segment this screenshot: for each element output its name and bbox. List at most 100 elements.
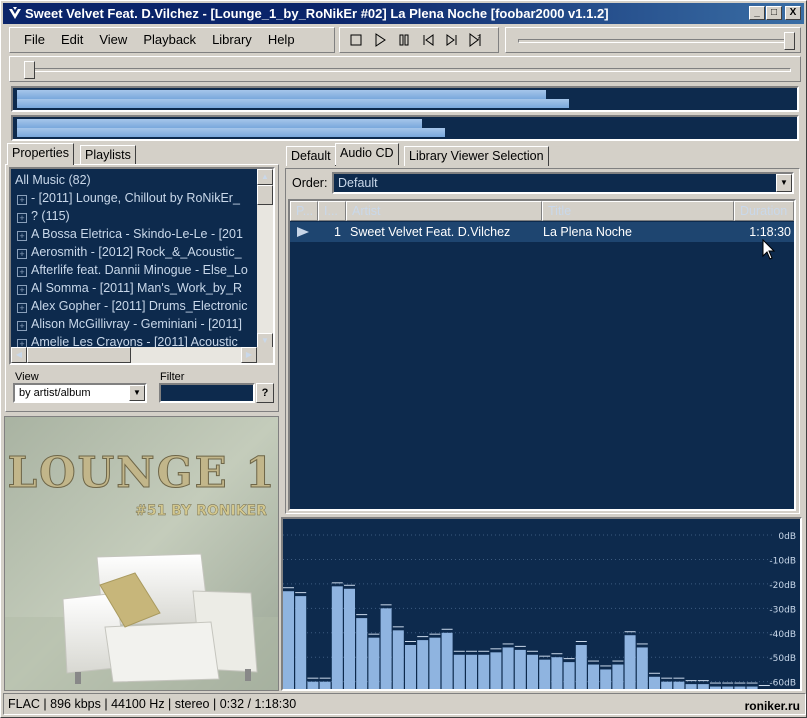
playlist-row[interactable]: 1 Sweet Velvet Feat. D.Vilchez La Plena … <box>290 222 794 242</box>
column-duration[interactable]: Duration <box>734 201 794 221</box>
scroll-thumb[interactable] <box>257 185 273 205</box>
spectrum-peak <box>673 677 685 679</box>
menu-file[interactable]: File <box>16 28 53 52</box>
column-artist[interactable]: Artist <box>346 201 542 221</box>
spectrum-peak <box>283 587 294 589</box>
column-title[interactable]: Title <box>542 201 734 221</box>
maximize-button[interactable]: □ <box>766 6 782 20</box>
tree-item[interactable]: + ? (115) <box>11 207 257 225</box>
next-button[interactable] <box>440 29 463 51</box>
tree-item[interactable]: + Afterlife feat. Dannii Minogue - Else_L… <box>11 261 257 279</box>
spectrum-peak <box>319 677 331 679</box>
row-artist: Sweet Velvet Feat. D.Vilchez <box>350 225 511 239</box>
menu-bar: File Edit View Playback Library Help <box>9 27 335 53</box>
spectrum-peak <box>563 658 575 660</box>
mouse-cursor-icon <box>762 239 776 260</box>
tree-item[interactable]: + Aerosmith - [2012] Rock_&_Acoustic_ <box>11 243 257 261</box>
expand-icon[interactable]: + <box>17 267 27 277</box>
random-icon: ? <box>469 33 481 47</box>
spectrum-peak <box>405 641 416 642</box>
volume-slider-thumb[interactable] <box>784 32 795 50</box>
spectrum-bar <box>417 640 429 689</box>
tree-item-label: - [2011] Lounge, Chillout by RoNikEr_ <box>31 191 240 205</box>
spectrum-analyzer: 0dB -10dB -20dB -30dB -40dB -50dB -60dB <box>281 517 802 691</box>
spectrum-peak <box>392 626 404 628</box>
playlist-view: P... I... Artist Title Duration 1 Sweet … <box>288 199 796 511</box>
spectrum-bar <box>368 637 380 689</box>
view-select[interactable]: by artist/album ▼ <box>13 383 147 403</box>
expand-icon[interactable]: + <box>17 285 27 295</box>
title-bar[interactable]: Sweet Velvet Feat. D.Vilchez - [Lounge_1… <box>3 3 804 24</box>
scroll-right-icon[interactable]: ▶ <box>241 347 257 363</box>
expand-icon[interactable]: + <box>17 321 27 331</box>
pause-button[interactable] <box>392 29 415 51</box>
seek-slider-thumb[interactable] <box>24 61 35 79</box>
peak-meter-bar-right <box>17 99 569 108</box>
spectrum-peak <box>441 628 453 630</box>
spectrum-bar <box>539 659 551 689</box>
scroll-up-icon[interactable]: ▲ <box>257 169 273 185</box>
menu-view[interactable]: View <box>91 28 135 52</box>
spectrum-peak <box>429 633 441 635</box>
expand-icon[interactable]: + <box>17 231 27 241</box>
tab-audio-cd[interactable]: Audio CD <box>335 143 399 165</box>
svg-text:?: ? <box>477 34 481 42</box>
expand-icon[interactable]: + <box>17 213 27 223</box>
tree-root[interactable]: All Music (82) <box>11 171 257 189</box>
tree-vertical-scrollbar[interactable]: ▲ ▼ <box>257 169 273 349</box>
spectrum-bar <box>392 630 404 689</box>
tab-playlists[interactable]: Playlists <box>80 145 136 165</box>
menu-help[interactable]: Help <box>260 28 303 52</box>
spectrum-db-label: -10dB <box>769 556 796 566</box>
filter-input[interactable] <box>159 383 255 403</box>
album-art: LOUNGE 1 #51 BY RONIKER <box>4 416 279 691</box>
order-select[interactable]: Default ▼ <box>332 172 794 194</box>
tree-item[interactable]: + - [2011] Lounge, Chillout by RoNikEr_ <box>11 189 257 207</box>
expand-icon[interactable]: + <box>17 249 27 259</box>
order-label: Order: <box>292 176 328 190</box>
tree-item[interactable]: + Al Somma - [2011] Man's_Work_by_R <box>11 279 257 297</box>
spectrum-bar <box>331 586 343 689</box>
random-button[interactable]: ? <box>464 29 487 51</box>
scroll-thumb[interactable] <box>27 347 131 363</box>
filter-help-button[interactable]: ? <box>256 383 274 403</box>
column-index[interactable]: I... <box>318 201 346 221</box>
library-tree-list: All Music (82) + - [2011] Lounge, Chillou… <box>11 169 257 349</box>
menu-library[interactable]: Library <box>204 28 260 52</box>
tab-default[interactable]: Default <box>286 146 336 166</box>
previous-button[interactable] <box>416 29 439 51</box>
close-button[interactable]: X <box>785 6 801 20</box>
minimize-button[interactable]: _ <box>749 6 765 20</box>
tree-item[interactable]: + A Bossa Eletrica - Skindo-Le-Le - [201 <box>11 225 257 243</box>
play-button[interactable] <box>368 29 391 51</box>
expand-icon[interactable]: + <box>17 303 27 313</box>
chevron-down-icon[interactable]: ▼ <box>776 174 792 192</box>
tree-item[interactable]: + Alison McGillivray - Geminiani - [2011] <box>11 315 257 333</box>
volume-bar <box>505 27 801 53</box>
spectrum-bar <box>283 591 294 689</box>
spectrum-bar <box>661 681 673 689</box>
expand-icon[interactable]: + <box>17 195 27 205</box>
volume-track[interactable] <box>518 39 790 43</box>
tree-item-label: Al Somma - [2011] Man's_Work_by_R <box>31 281 243 295</box>
tree-horizontal-scrollbar[interactable]: ◀ ▶ <box>11 347 257 363</box>
column-playing[interactable]: P... <box>290 201 318 221</box>
seek-track[interactable] <box>26 68 791 72</box>
chevron-down-icon[interactable]: ▼ <box>129 385 145 401</box>
spectrum-bar <box>405 645 416 689</box>
spectrum-bar <box>624 635 636 689</box>
scroll-left-icon[interactable]: ◀ <box>11 347 27 363</box>
menu-playback[interactable]: Playback <box>135 28 204 52</box>
spectrum-db-label: -40dB <box>769 630 796 640</box>
stop-button[interactable] <box>344 29 367 51</box>
tab-library-viewer-selection[interactable]: Library Viewer Selection <box>404 146 549 166</box>
menu-edit[interactable]: Edit <box>53 28 91 52</box>
spectrum-bar <box>612 664 624 689</box>
spectrum-bar <box>649 676 660 689</box>
spectrum-peak <box>453 650 465 652</box>
tree-item[interactable]: + Alex Gopher - [2011] Drums_Electronic <box>11 297 257 315</box>
scroll-corner <box>257 347 273 363</box>
tab-properties[interactable]: Properties <box>7 143 74 165</box>
row-index: 1 <box>334 225 341 239</box>
album-cover-image: LOUNGE 1 #51 BY RONIKER <box>5 417 278 690</box>
